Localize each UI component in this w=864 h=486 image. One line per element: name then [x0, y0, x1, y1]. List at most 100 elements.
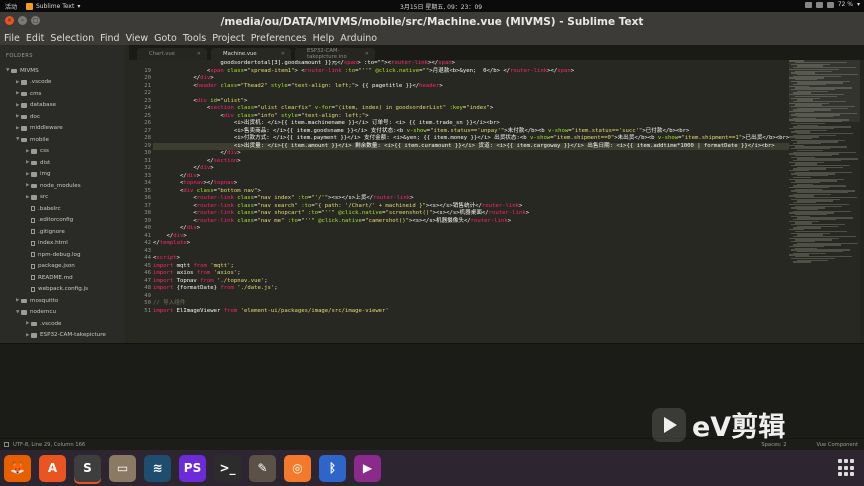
code-line[interactable]: </div>: [153, 233, 793, 241]
sidebar-file[interactable]: .gitignore: [0, 226, 129, 238]
sidebar-folder[interactable]: ▶ middleware: [0, 123, 129, 135]
app-menu[interactable]: Sublime Text ▾: [26, 2, 80, 10]
video-player-icon[interactable]: ▶: [354, 454, 381, 482]
clock[interactable]: 3月15日 星期五, 09：23：09: [400, 2, 482, 11]
code-line[interactable]: </template>: [153, 240, 793, 248]
sidebar-file[interactable]: README.md: [0, 272, 129, 284]
minimap-viewport[interactable]: [789, 60, 861, 122]
code-line[interactable]: [153, 293, 793, 301]
code-line[interactable]: </div>: [153, 225, 793, 233]
code-line[interactable]: <script>: [153, 255, 793, 263]
close-tab-icon[interactable]: ✕: [365, 51, 369, 57]
code-line[interactable]: import mqtt from 'mqtt';: [153, 263, 793, 271]
code-line[interactable]: <i>付款方式: </i>{{ item.payment }}</i> 支付金额…: [153, 135, 793, 143]
code-line[interactable]: import axios from 'axios';: [153, 270, 793, 278]
close-tab-icon[interactable]: ✕: [281, 51, 285, 57]
code-line[interactable]: [153, 90, 793, 98]
gimp-icon[interactable]: ✎: [249, 454, 276, 482]
panel-toggle-icon[interactable]: [4, 442, 9, 447]
sidebar-folder[interactable]: ▼ nodemcu: [0, 307, 129, 319]
code-line[interactable]: <router-link class="nav index" :to="'/'"…: [153, 195, 793, 203]
code-line[interactable]: import ElImageViewer from 'element-ui/pa…: [153, 308, 793, 316]
sidebar-folder[interactable]: ▶ ESP32-CAM-takepicture: [0, 330, 129, 342]
sidebar-folder[interactable]: ▶ img: [0, 169, 129, 181]
activities-button[interactable]: 活动: [0, 2, 26, 11]
sidebar-folder[interactable]: ▼ mobile: [0, 134, 129, 146]
syntax-selector[interactable]: Vue Component: [817, 442, 858, 448]
code-line[interactable]: <router-link class="nav shopcart" :to="'…: [153, 210, 793, 218]
network-icon[interactable]: [815, 1, 823, 8]
menu-help[interactable]: Help: [313, 33, 335, 44]
sidebar-file[interactable]: npm-debug.log: [0, 249, 129, 261]
sidebar-folder[interactable]: ▶ .vscode: [0, 318, 129, 330]
sidebar-folder[interactable]: ▶ node_modules: [0, 180, 129, 192]
code-line[interactable]: goodsordertotal[3].goodsamount }}元</span…: [153, 60, 793, 68]
window-title-bar[interactable]: ✕ – □ /media/ou/DATA/MIVMS/mobile/src/Ma…: [0, 12, 864, 31]
tab-esp32-cam-takepicture[interactable]: ESP32-CAM-takepicture.ino ✕: [295, 48, 375, 60]
code-line[interactable]: <div class="bottom nav">: [153, 188, 793, 196]
mysql-workbench-icon[interactable]: ≋: [144, 454, 171, 482]
code-line[interactable]: <header class="Thead2" style="text-align…: [153, 83, 793, 91]
sidebar-folder[interactable]: ▶ cms: [0, 88, 129, 100]
minimize-window-button[interactable]: –: [18, 16, 27, 25]
menu-preferences[interactable]: Preferences: [251, 33, 307, 44]
sidebar-folder[interactable]: ▶ mosquitto: [0, 295, 129, 307]
sidebar-file[interactable]: package.json: [0, 261, 129, 273]
code-line[interactable]: </section>: [153, 158, 793, 166]
code-line[interactable]: // 导入组件: [153, 300, 793, 308]
code-line[interactable]: </div>: [153, 150, 793, 158]
sidebar-folder[interactable]: ▶ database: [0, 100, 129, 112]
menu-view[interactable]: View: [126, 33, 149, 44]
volume-icon[interactable]: [826, 1, 834, 8]
software-center-icon[interactable]: A: [39, 454, 66, 482]
code-editor[interactable]: 19 20 21 22 23 24 25 26 27 28 29 30 31 32 33 34 35 36 37 38…: [129, 60, 864, 343]
code-line[interactable]: </div>: [153, 173, 793, 181]
minimap[interactable]: [789, 60, 861, 343]
sidebar-file[interactable]: webpack.config.js: [0, 284, 129, 296]
sidebar-folder[interactable]: ▶ doc: [0, 111, 129, 123]
code-line[interactable]: <div id="ulist">: [153, 98, 793, 106]
power-menu-icon[interactable]: ▾: [857, 1, 860, 8]
menu-arduino[interactable]: Arduino: [340, 33, 377, 44]
sidebar-file[interactable]: .editorconfig: [0, 215, 129, 227]
code-line[interactable]: import Topnav from './topnav.vue';: [153, 278, 793, 286]
menu-project[interactable]: Project: [212, 33, 245, 44]
maximize-window-button[interactable]: □: [31, 16, 40, 25]
phpstorm-icon[interactable]: PS: [179, 454, 206, 482]
sidebar-file[interactable]: index.html: [0, 238, 129, 250]
firefox-icon[interactable]: 🦊: [4, 454, 31, 482]
tab-machine-vue[interactable]: Machine.vue ✕: [211, 48, 291, 60]
code-line[interactable]: <topnav></topnav>: [153, 180, 793, 188]
terminal-icon[interactable]: >_: [214, 454, 241, 482]
sidebar-folder[interactable]: ▶ src: [0, 192, 129, 204]
close-window-button[interactable]: ✕: [5, 16, 14, 25]
editor-scrollbar[interactable]: [860, 60, 864, 343]
code-line[interactable]: <section class="ulist clearfix" v-for="(…: [153, 105, 793, 113]
current-code-line[interactable]: <i>出货量: </i>{{ item.amount }}</i> 剩余数量: …: [153, 142, 793, 150]
bluetooth-icon[interactable]: ᛒ: [319, 454, 346, 482]
tab-chart-vue[interactable]: Chart.vue ✕: [137, 48, 207, 60]
menu-tools[interactable]: Tools: [183, 33, 206, 44]
menu-find[interactable]: Find: [100, 33, 119, 44]
code-line[interactable]: <router-link class="nav me" :to="''" @cl…: [153, 218, 793, 226]
code-line[interactable]: </div>: [153, 165, 793, 173]
input-method-icon[interactable]: [804, 1, 812, 8]
code-line[interactable]: </div>: [153, 75, 793, 83]
sidebar-folder[interactable]: ▶ dist: [0, 157, 129, 169]
show-applications-icon[interactable]: [838, 459, 856, 477]
code-line[interactable]: <div class="info" style="text-align: lef…: [153, 113, 793, 121]
code-line[interactable]: <router-link class="nav search" :to="{ p…: [153, 203, 793, 211]
menu-edit[interactable]: Edit: [26, 33, 44, 44]
sidebar-folder[interactable]: ▶ .vscode: [0, 77, 129, 89]
blender-icon[interactable]: ◎: [284, 454, 311, 482]
menu-file[interactable]: File: [4, 33, 20, 44]
code-line[interactable]: <span class="spread-item1"> <router-link…: [153, 68, 793, 76]
sublime-text-icon[interactable]: S: [74, 454, 101, 482]
files-icon[interactable]: ▭: [109, 454, 136, 482]
code-line[interactable]: <i>售卖商品: </i>{{ item.goodsname }}</i> 支付…: [153, 128, 793, 136]
menu-goto[interactable]: Goto: [154, 33, 177, 44]
code-line[interactable]: [153, 248, 793, 256]
sidebar-file[interactable]: .babelrc: [0, 203, 129, 215]
sidebar-folder[interactable]: ▼ MIVMS: [0, 65, 129, 77]
code-area[interactable]: goodsordertotal[3].goodsamount }}元</span…: [153, 60, 793, 343]
